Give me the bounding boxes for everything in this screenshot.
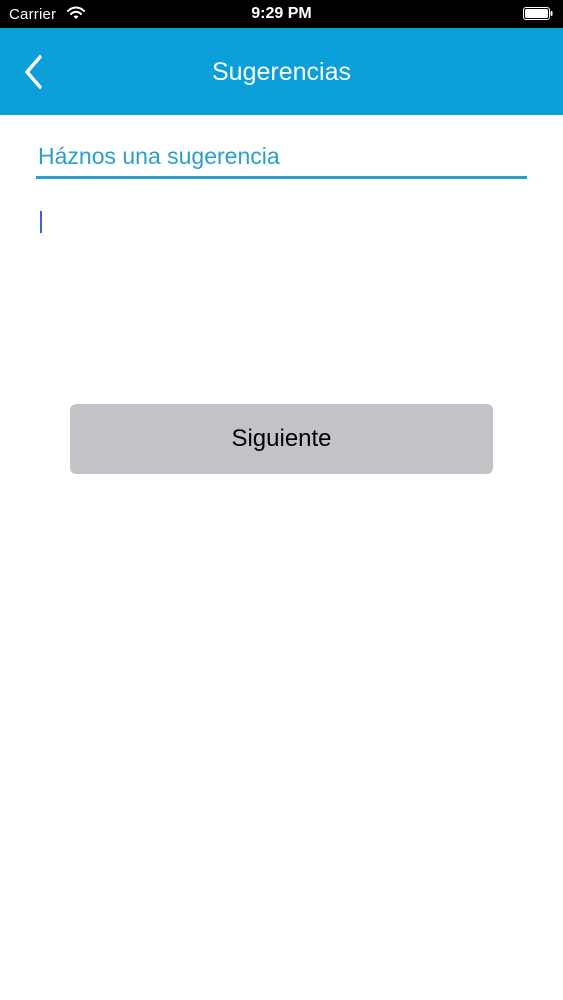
suggestion-field-label: Háznos una sugerencia — [38, 143, 280, 169]
next-button[interactable]: Siguiente — [70, 404, 493, 474]
status-bar: Carrier 9:29 PM — [0, 0, 563, 28]
battery-icon — [523, 7, 553, 20]
text-caret — [40, 211, 42, 233]
suggestion-text-area[interactable] — [36, 200, 527, 380]
status-time: 9:29 PM — [251, 5, 312, 22]
page-title: Sugerencias — [212, 58, 351, 86]
navigation-bar: Sugerencias — [0, 28, 563, 115]
field-underline — [36, 176, 527, 179]
